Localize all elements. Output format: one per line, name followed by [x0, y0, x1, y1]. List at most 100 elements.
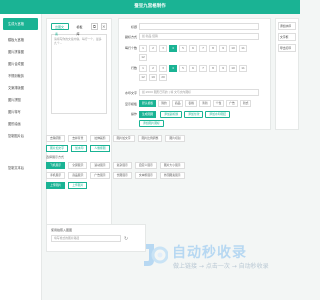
cols-option[interactable]: 1: [139, 45, 147, 52]
tool-button[interactable]: 图片比例调整: [137, 135, 163, 142]
watermark-logo: 自动秒收录 做上链接 → 点击一次 → 自动秒收录: [140, 240, 290, 280]
mode-option[interactable]: 新式: [239, 100, 252, 107]
upload-image-button-secondary[interactable]: 上传图片: [68, 182, 88, 189]
display-option[interactable]: 自定义展示: [134, 162, 157, 169]
sidebar-item-compose[interactable]: 图片合成图: [0, 58, 41, 70]
rows-option[interactable]: 3: [159, 65, 167, 72]
quick-actions-panel: 添加水印 文字框 导出打印: [275, 18, 299, 130]
rows-option[interactable]: 5: [179, 65, 187, 72]
tab-copywriting[interactable]: 出图文案: [51, 23, 70, 36]
cols-option[interactable]: 10: [229, 45, 237, 52]
tool-button[interactable]: 去掉背景: [68, 135, 88, 142]
rows-option[interactable]: 19: [149, 74, 157, 81]
sidebar-item-puzzle[interactable]: 图片拼图: [0, 94, 41, 106]
cols-option[interactable]: 11: [239, 45, 247, 52]
rows-option-selected[interactable]: 4: [169, 65, 177, 72]
add-payment-button[interactable]: 添加付款: [184, 111, 204, 118]
cols-option[interactable]: 7: [199, 45, 207, 52]
display-option[interactable]: 广告展示: [90, 172, 110, 179]
cols-option-selected[interactable]: 4: [169, 45, 177, 52]
display-option[interactable]: 长图展示: [112, 172, 132, 179]
rows-label: 行数: [130, 66, 137, 70]
cols-label: 每行个数: [124, 46, 137, 50]
display-option[interactable]: 文本框展示: [134, 172, 157, 179]
add-watermark-layer-button[interactable]: 添加水印图层: [205, 111, 231, 118]
rows-option[interactable]: 20: [159, 74, 167, 81]
cols-option[interactable]: 3: [159, 45, 167, 52]
add-subtitle-button[interactable]: 添加副标题: [160, 111, 183, 118]
rows-option[interactable]: 6: [189, 65, 197, 72]
display-option[interactable]: 图片大小展示: [159, 162, 185, 169]
rows-option[interactable]: 9: [219, 65, 227, 72]
rows-option[interactable]: 12: [139, 74, 147, 81]
add-image-icon-button[interactable]: 添加图片图标: [139, 120, 164, 127]
cols-selector: 1 2 3 4 5 6 7 8 9 10 11 12: [139, 45, 249, 61]
mode-option[interactable]: 个性: [212, 100, 225, 107]
display-option-selected[interactable]: 飞机展示: [46, 162, 66, 169]
rows-option[interactable]: 8: [209, 65, 217, 72]
copy-icon[interactable]: ⧉: [91, 23, 98, 30]
display-option[interactable]: 全屏展示: [68, 162, 88, 169]
refresh-icon[interactable]: ↻: [124, 236, 128, 242]
watermark-input[interactable]: 如:2000 图形已有的 | 填 文与文内图标: [139, 89, 259, 96]
mode-option[interactable]: 商品: [171, 100, 184, 107]
sidebar-item-crop[interactable]: 不规则裁剪: [0, 70, 41, 82]
mode-option[interactable]: 清新: [199, 100, 211, 107]
tool-button[interactable]: 拉伸裁剪: [90, 135, 110, 142]
add-watermark-button[interactable]: 添加水印: [278, 22, 296, 30]
cols-option[interactable]: 2: [149, 45, 157, 52]
tool-buttons-area: 去除阴影 去掉背景 拉伸裁剪 图片加文字 图片比例调整 图片切割 图片加文字 加…: [46, 135, 276, 192]
tool-button[interactable]: 图片切割: [165, 135, 185, 142]
subtitle-input[interactable]: 如:新品 促销: [139, 33, 259, 40]
cols-option[interactable]: 5: [179, 45, 187, 52]
watermark-label: 水印文字: [124, 90, 137, 95]
watermark-subtitle: 做上链接 → 点击一次 → 自动秒收录: [173, 263, 269, 270]
tool-button[interactable]: 加水印: [71, 145, 88, 152]
sidebar-item-template[interactable]: 模板九宫格: [0, 34, 41, 46]
tool-button[interactable]: 人像抠图: [90, 145, 110, 152]
rows-option[interactable]: 2: [149, 65, 157, 72]
text-input-panel: 出图文案 模板库 ⧉ ✕ 请填写你的文案内容，每行一个，最多九个...: [46, 18, 112, 226]
mode-option-default[interactable]: 默认模板: [139, 100, 157, 107]
tab-template-library[interactable]: 模板库: [72, 23, 89, 36]
sidebar-item-copy-text[interactable]: 复制文本后: [0, 162, 41, 174]
mode-option[interactable]: 简约: [158, 100, 170, 107]
watermark-title: 自动秒收录: [172, 245, 247, 261]
sidebar-item-stitch[interactable]: 图片拼接图: [0, 46, 41, 58]
sidebar-item-closeup[interactable]: 图片特写: [0, 106, 41, 118]
display-mode-label: 选择展示方式: [46, 155, 65, 159]
rows-option[interactable]: 1: [139, 65, 147, 72]
text-box-button[interactable]: 文字框: [278, 33, 296, 41]
title-input[interactable]: [139, 23, 259, 30]
sidebar-item-copy-image[interactable]: 复制图片后: [0, 130, 41, 142]
settings-panel: 标题 副标方式 如:新品 促销 每行个数 1 2 3 4 5 6 7 8 9 1…: [118, 18, 271, 130]
sidebar-item-draw[interactable]: 图形绘画: [0, 118, 41, 130]
export-print-button[interactable]: 导出打印: [278, 44, 296, 52]
generate-button[interactable]: 生成图图: [139, 111, 157, 118]
display-option[interactable]: 复杂展示: [112, 162, 132, 169]
rows-option[interactable]: 7: [199, 65, 207, 72]
rows-option[interactable]: 11: [239, 65, 247, 72]
cols-option[interactable]: 6: [189, 45, 197, 52]
ops-label: 操作: [130, 112, 137, 116]
sidebar-item-layout[interactable]: 文案排版图: [0, 82, 41, 94]
tool-button[interactable]: 图片加文字: [46, 145, 68, 152]
display-option[interactable]: 滚动展示: [90, 162, 110, 169]
upload-image-button[interactable]: 上传图片: [46, 182, 66, 189]
display-option[interactable]: 商品展示: [68, 172, 88, 179]
rows-option[interactable]: 10: [229, 65, 237, 72]
cols-option[interactable]: 12: [139, 54, 147, 61]
display-option[interactable]: 手机展示: [46, 172, 66, 179]
display-option[interactable]: 外围图案展示: [159, 172, 185, 179]
cols-option[interactable]: 8: [209, 45, 217, 52]
sidebar-item-generate[interactable]: 生成九宫格: [3, 18, 38, 30]
photo-input-label: 使用拍照入图图: [51, 228, 73, 232]
mode-option[interactable]: 表格: [185, 100, 198, 107]
tool-button[interactable]: 图片加文字: [112, 135, 135, 142]
photo-path-input[interactable]: 填写格式的图片路径: [51, 235, 121, 242]
mode-option[interactable]: 广告: [226, 100, 238, 107]
delete-icon[interactable]: ✕: [100, 23, 107, 30]
cols-option[interactable]: 9: [219, 45, 227, 52]
copy-textarea[interactable]: 请填写你的文案内容，每行一个，最多九个...: [51, 34, 107, 114]
tool-button[interactable]: 去除阴影: [46, 135, 66, 142]
